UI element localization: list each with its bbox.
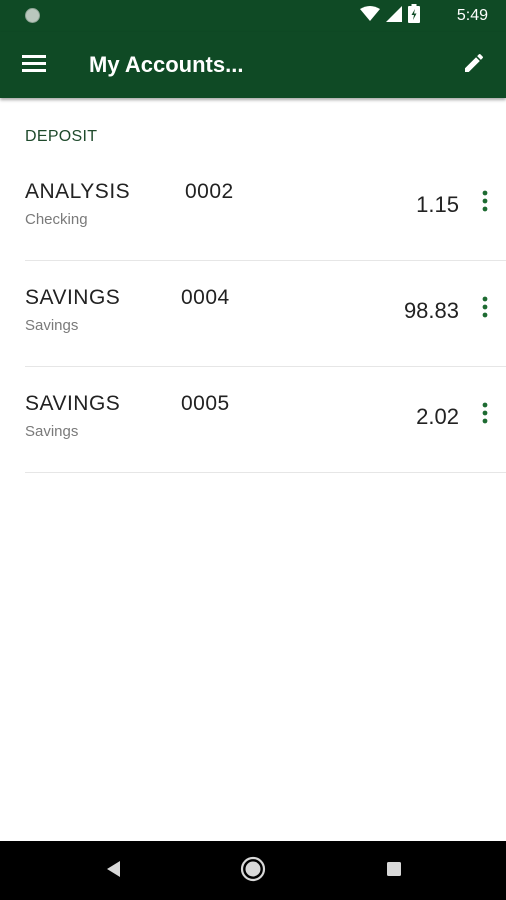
edit-button[interactable] xyxy=(454,45,494,85)
account-balance: 2.02 xyxy=(416,404,459,429)
battery-icon xyxy=(408,4,420,28)
back-button[interactable] xyxy=(97,855,129,887)
account-number: 0005 xyxy=(181,392,230,415)
account-type: Savings xyxy=(25,423,79,440)
account-row[interactable]: SAVINGS 0005 Savings 2.02 xyxy=(0,367,506,473)
status-icons xyxy=(360,4,420,28)
system-nav-bar xyxy=(0,841,506,900)
account-row[interactable]: ANALYSIS 0002 Checking 1.15 xyxy=(0,155,506,261)
back-icon xyxy=(105,860,121,883)
home-button[interactable] xyxy=(237,855,269,887)
vertical-ellipsis-icon xyxy=(482,402,488,429)
account-number: 0004 xyxy=(181,286,230,309)
status-time: 5:49 xyxy=(456,7,488,24)
account-overflow-menu-button[interactable] xyxy=(472,294,498,324)
page-title: My Accounts... xyxy=(89,52,244,77)
account-name: SAVINGS xyxy=(25,286,121,309)
row-divider xyxy=(25,472,506,473)
account-type: Checking xyxy=(25,211,88,228)
pencil-icon xyxy=(462,51,486,80)
recents-icon xyxy=(386,861,402,882)
home-icon xyxy=(240,856,266,887)
app-toolbar: My Accounts... xyxy=(0,32,506,98)
account-balance: 98.83 xyxy=(403,298,459,323)
account-type: Savings xyxy=(25,317,79,334)
notification-dot-icon xyxy=(25,8,40,23)
recents-button[interactable] xyxy=(378,855,410,887)
account-overflow-menu-button[interactable] xyxy=(472,400,498,430)
vertical-ellipsis-icon xyxy=(482,296,488,323)
section-header-deposit: DEPOSIT xyxy=(25,128,98,145)
account-number: 0002 xyxy=(185,180,234,203)
menu-button[interactable] xyxy=(14,45,54,85)
account-balance: 1.15 xyxy=(416,192,459,217)
account-name: ANALYSIS xyxy=(25,180,131,203)
cell-signal-icon xyxy=(386,5,402,27)
hamburger-menu-icon xyxy=(22,53,46,78)
account-name: SAVINGS xyxy=(25,392,121,415)
status-bar: 5:49 xyxy=(0,0,506,32)
account-row[interactable]: SAVINGS 0004 Savings 98.83 xyxy=(0,261,506,367)
account-overflow-menu-button[interactable] xyxy=(472,188,498,218)
screen: 5:49 My Accounts... DEPOSIT ANALYSIS 000… xyxy=(0,0,506,900)
wifi-icon xyxy=(360,5,380,27)
vertical-ellipsis-icon xyxy=(482,190,488,217)
